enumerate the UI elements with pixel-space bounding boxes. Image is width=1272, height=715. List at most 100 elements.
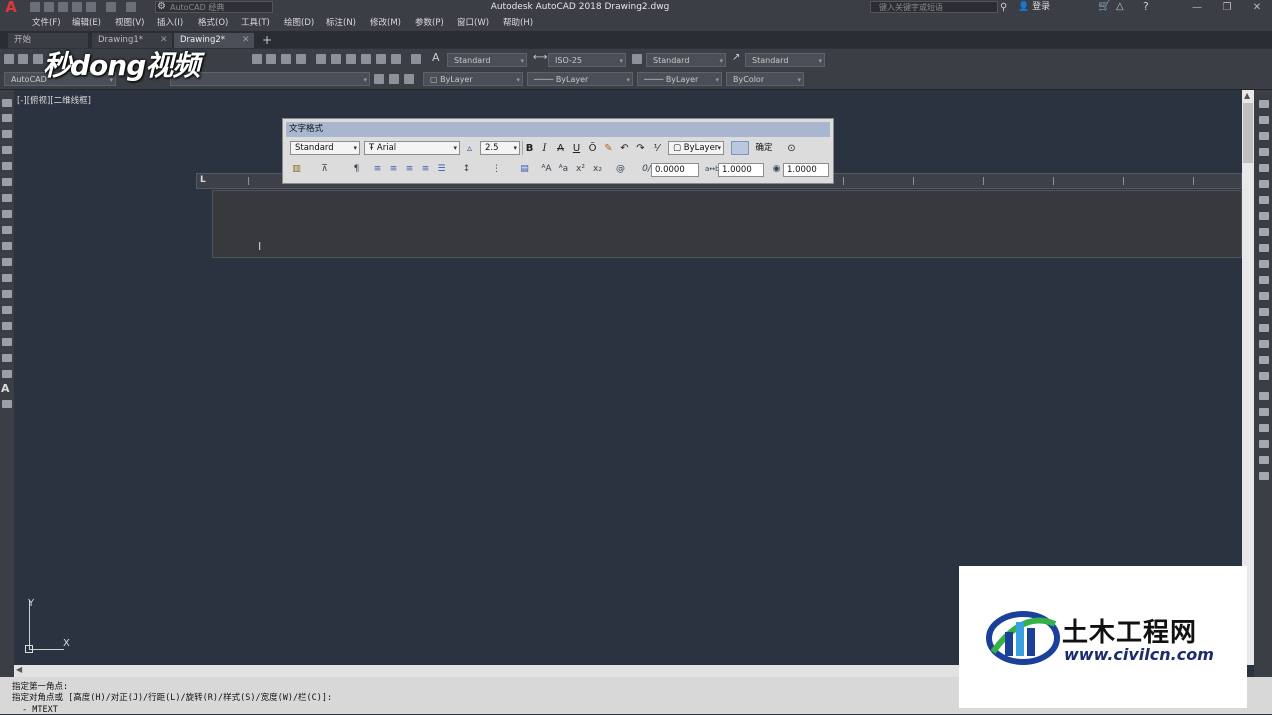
stretch-icon[interactable] bbox=[1259, 228, 1269, 236]
table-icon[interactable] bbox=[2, 370, 12, 378]
autocad-app-icon[interactable]: A bbox=[0, 0, 22, 15]
arc-icon[interactable] bbox=[2, 178, 12, 186]
send-to-back-icon[interactable] bbox=[1259, 424, 1269, 432]
hatch-icon[interactable] bbox=[2, 322, 12, 330]
menu-tools[interactable]: 工具(T) bbox=[241, 15, 270, 31]
break-icon[interactable] bbox=[1259, 292, 1269, 300]
scale-icon[interactable] bbox=[1259, 212, 1269, 220]
bring-above-icon[interactable] bbox=[1259, 440, 1269, 448]
layer-previous-icon[interactable] bbox=[374, 74, 384, 84]
numbering-icon[interactable]: ⋮ bbox=[490, 163, 503, 176]
save-icon[interactable] bbox=[33, 54, 43, 64]
line-icon[interactable] bbox=[2, 99, 12, 107]
align-center-icon[interactable]: ≡ bbox=[387, 163, 400, 176]
construction-line-icon[interactable] bbox=[2, 114, 12, 122]
menu-help[interactable]: 帮助(H) bbox=[503, 15, 533, 31]
uppercase-icon[interactable]: ᴬA bbox=[540, 163, 553, 176]
dim-style-dropdown[interactable]: ISO-25 ▾ bbox=[548, 53, 626, 67]
ellipse-arc-icon[interactable] bbox=[2, 258, 12, 266]
lowercase-icon[interactable]: ᴬa bbox=[557, 163, 570, 176]
gear-icon[interactable]: ⚙ bbox=[157, 1, 166, 12]
open-icon[interactable] bbox=[18, 54, 28, 64]
mirror-icon[interactable] bbox=[1259, 132, 1269, 140]
redo-icon[interactable] bbox=[126, 2, 136, 12]
stack-icon[interactable]: ⅟ bbox=[650, 142, 663, 155]
menu-format[interactable]: 格式(O) bbox=[198, 15, 228, 31]
subscript-icon[interactable]: x₂ bbox=[591, 163, 604, 176]
viewport-controls[interactable]: [-][俯视][二维线框] bbox=[17, 94, 91, 106]
ok-button[interactable]: 确定 bbox=[752, 141, 776, 155]
blend-icon[interactable] bbox=[1259, 356, 1269, 364]
search-input[interactable]: 键入关键字或短语 bbox=[870, 1, 998, 13]
vertical-scrollbar-thumb[interactable] bbox=[1243, 103, 1253, 163]
symbol-icon[interactable]: @ bbox=[614, 163, 627, 176]
save-icon[interactable] bbox=[58, 2, 68, 12]
break-at-point-icon[interactable] bbox=[1259, 276, 1269, 284]
underline-button[interactable]: U bbox=[570, 142, 583, 155]
text-style-dropdown[interactable]: Standard ▾ bbox=[447, 53, 527, 67]
columns-icon[interactable]: ▥ bbox=[290, 163, 303, 176]
save-as-icon[interactable] bbox=[72, 2, 82, 12]
quickcalc-icon[interactable] bbox=[391, 54, 401, 64]
design-center-icon[interactable] bbox=[331, 54, 341, 64]
insert-block-icon[interactable] bbox=[2, 274, 12, 282]
zoom-previous-icon[interactable] bbox=[296, 54, 306, 64]
autodesk-a360-icon[interactable]: △ bbox=[1116, 1, 1124, 12]
extend-icon[interactable] bbox=[1259, 260, 1269, 268]
text-to-front-icon[interactable] bbox=[1259, 472, 1269, 480]
menu-edit[interactable]: 编辑(E) bbox=[72, 15, 101, 31]
italic-button[interactable]: I bbox=[538, 142, 551, 155]
close-icon[interactable]: ✕ bbox=[242, 33, 250, 48]
menu-window[interactable]: 窗口(W) bbox=[457, 15, 489, 31]
ruler-indent-marker[interactable]: L bbox=[200, 175, 206, 185]
font-dropdown[interactable]: Ŧ Arial ▾ bbox=[364, 141, 460, 155]
gradient-icon[interactable] bbox=[2, 338, 12, 346]
oblique-angle-input[interactable]: 0.0000 bbox=[651, 163, 699, 177]
help-icon[interactable] bbox=[411, 54, 421, 64]
mtext-style-dropdown[interactable]: Standard ▾ bbox=[290, 141, 360, 155]
font-color-icon[interactable]: ✎ bbox=[602, 142, 615, 155]
menu-insert[interactable]: 插入(I) bbox=[157, 15, 183, 31]
markup-icon[interactable] bbox=[376, 54, 386, 64]
spline-icon[interactable] bbox=[2, 226, 12, 234]
bring-to-front-icon[interactable] bbox=[1259, 408, 1269, 416]
new-file-icon[interactable] bbox=[30, 2, 40, 12]
draworder-icon[interactable] bbox=[1259, 392, 1269, 400]
ruler-toggle-button[interactable] bbox=[731, 141, 749, 155]
join-icon[interactable] bbox=[1259, 308, 1269, 316]
redo-icon[interactable]: ↷ bbox=[634, 142, 647, 155]
text-height-dropdown[interactable]: 2.5 ▾ bbox=[480, 141, 520, 155]
polyline-icon[interactable] bbox=[2, 130, 12, 138]
zoom-realtime-icon[interactable] bbox=[266, 54, 276, 64]
line-spacing-icon[interactable]: ↕ bbox=[460, 163, 473, 176]
strikethrough-button[interactable]: A bbox=[554, 142, 567, 155]
mtext-justification-icon[interactable]: ⊼ bbox=[318, 163, 331, 176]
menu-draw[interactable]: 绘图(D) bbox=[284, 15, 314, 31]
width-factor-input[interactable]: 1.0000 bbox=[783, 163, 829, 177]
trim-icon[interactable] bbox=[1259, 244, 1269, 252]
circle-icon[interactable] bbox=[2, 194, 12, 202]
make-block-icon[interactable] bbox=[2, 290, 12, 298]
sheet-set-icon[interactable] bbox=[361, 54, 371, 64]
options-chevron-icon[interactable]: ⊙ bbox=[785, 142, 798, 155]
layer-states-icon[interactable] bbox=[404, 74, 414, 84]
superscript-icon[interactable]: x² bbox=[574, 163, 587, 176]
revcloud-icon[interactable] bbox=[2, 210, 12, 218]
fillet-icon[interactable] bbox=[1259, 340, 1269, 348]
open-file-icon[interactable] bbox=[44, 2, 54, 12]
menu-modify[interactable]: 修改(M) bbox=[370, 15, 401, 31]
login-button[interactable]: 👤 登录 bbox=[1018, 0, 1050, 15]
array-icon[interactable] bbox=[1259, 164, 1269, 172]
binoculars-icon[interactable]: ⚲ bbox=[1000, 0, 1007, 15]
plotstyle-dropdown[interactable]: ByColor ▾ bbox=[726, 72, 804, 86]
properties-icon[interactable] bbox=[316, 54, 326, 64]
rotate-icon[interactable] bbox=[1259, 196, 1269, 204]
distribute-icon[interactable]: ☰ bbox=[435, 163, 448, 176]
point-icon[interactable] bbox=[2, 306, 12, 314]
chamfer-icon[interactable] bbox=[1259, 324, 1269, 332]
zoom-window-icon[interactable] bbox=[281, 54, 291, 64]
erase-icon[interactable] bbox=[1259, 100, 1269, 108]
cart-icon[interactable]: 🛒 bbox=[1098, 1, 1110, 12]
move-icon[interactable] bbox=[1259, 180, 1269, 188]
close-button[interactable]: ✕ bbox=[1242, 0, 1272, 15]
